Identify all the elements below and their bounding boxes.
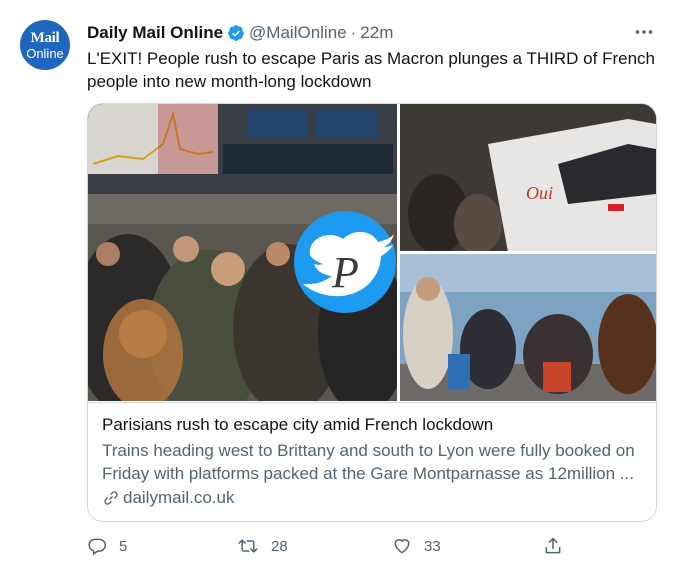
link-icon	[102, 489, 120, 507]
tweet-actions: 5 28 33	[87, 536, 567, 560]
card-domain: dailymail.co.uk	[102, 488, 642, 508]
like-count: 33	[424, 537, 441, 555]
card-domain-text: dailymail.co.uk	[123, 488, 235, 507]
link-card[interactable]: Oui P Parisians rush to escape city amid…	[87, 103, 657, 522]
retweet-count: 28	[271, 537, 288, 555]
more-options-icon[interactable]	[633, 22, 655, 42]
verified-badge-icon	[227, 24, 245, 42]
tweet-header: Daily Mail Online @MailOnline · 22m	[87, 22, 655, 44]
avatar[interactable]: Mail Online	[20, 20, 70, 70]
tweet-timestamp[interactable]: 22m	[360, 23, 393, 43]
reply-button[interactable]: 5	[87, 536, 127, 556]
card-image[interactable]: Oui P	[88, 104, 656, 401]
header-separator: ·	[350, 23, 357, 42]
retweet-icon	[237, 536, 259, 556]
script-letter-icon: P	[331, 248, 359, 297]
avatar-logo-line1: Mail	[30, 29, 60, 46]
author-handle[interactable]: @MailOnline	[249, 23, 347, 43]
tweet[interactable]: Mail Online Daily Mail Online @MailOnlin…	[0, 0, 685, 568]
retweet-button[interactable]: 28	[237, 536, 288, 556]
card-info[interactable]: Parisians rush to escape city amid Frenc…	[88, 402, 656, 521]
like-button[interactable]: 33	[392, 536, 441, 556]
card-description: Trains heading west to Brittany and sout…	[102, 441, 635, 483]
share-icon	[543, 536, 563, 556]
reply-count: 5	[119, 537, 128, 555]
reply-icon	[87, 536, 107, 556]
heart-icon	[392, 536, 412, 556]
card-title: Parisians rush to escape city amid Frenc…	[102, 415, 494, 434]
tweet-text: L'EXIT! People rush to escape Paris as M…	[87, 49, 655, 91]
avatar-logo-line2: Online	[26, 45, 64, 61]
share-button[interactable]	[543, 536, 575, 556]
svg-text:Oui: Oui	[526, 183, 553, 203]
author-name[interactable]: Daily Mail Online	[87, 23, 223, 43]
